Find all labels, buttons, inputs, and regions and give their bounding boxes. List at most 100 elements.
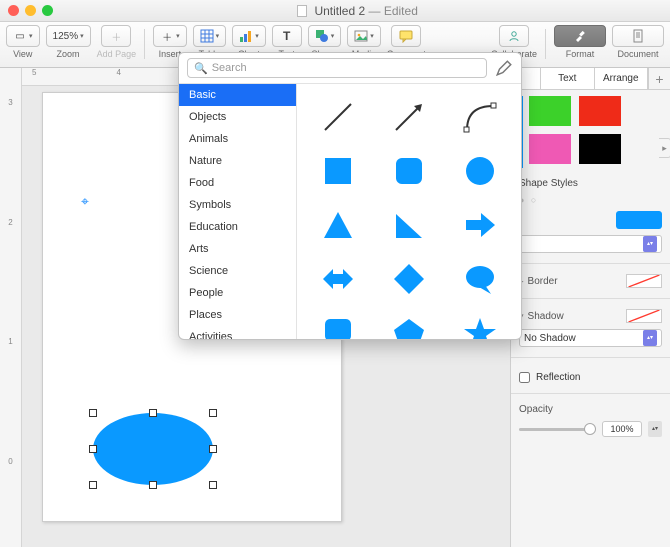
resize-handle[interactable]: [89, 481, 97, 489]
shape-pentagon[interactable]: [388, 312, 430, 339]
resize-handle[interactable]: [149, 409, 157, 417]
toolbar-separator: [144, 29, 145, 59]
shape-circle[interactable]: [459, 150, 501, 192]
border-preview[interactable]: [626, 274, 662, 288]
format-button[interactable]: [554, 25, 606, 47]
shape-arrow-line[interactable]: [388, 96, 430, 138]
separator: [511, 393, 670, 394]
opacity-stepper[interactable]: ▴▾: [648, 421, 662, 437]
style-swatch[interactable]: [579, 134, 621, 164]
shape-callout-square[interactable]: [317, 312, 359, 339]
fill-select[interactable]: ▴▾: [519, 235, 662, 253]
selected-ellipse-shape[interactable]: [93, 413, 213, 485]
resize-handle[interactable]: [209, 445, 217, 453]
collaborate-button[interactable]: [499, 25, 529, 47]
add-tab-button[interactable]: +: [648, 68, 670, 89]
zoom-window-button[interactable]: [42, 5, 53, 16]
collaborate-icon: [507, 29, 521, 43]
chart-icon: [239, 29, 253, 43]
category-item-education[interactable]: Education: [179, 216, 296, 238]
fill-preview[interactable]: [616, 211, 662, 229]
shape-rounded-square[interactable]: [388, 150, 430, 192]
category-item-animals[interactable]: Animals: [179, 128, 296, 150]
text-icon: T: [280, 29, 294, 43]
shape-diamond[interactable]: [388, 258, 430, 300]
zoom-group: 125%▾ Zoom: [46, 25, 91, 59]
shape-speech-bubble[interactable]: [459, 258, 501, 300]
reflection-label: Reflection: [536, 372, 580, 383]
shape-curve[interactable]: [459, 96, 501, 138]
resize-handle[interactable]: [209, 481, 217, 489]
resize-handle[interactable]: [89, 409, 97, 417]
category-item-science[interactable]: Science: [179, 260, 296, 282]
shape-triangle[interactable]: [317, 204, 359, 246]
resize-handle[interactable]: [89, 445, 97, 453]
reflection-row: Reflection: [519, 372, 662, 383]
category-item-places[interactable]: Places: [179, 304, 296, 326]
shape-button[interactable]: ▾: [308, 25, 342, 47]
toolbar-separator-2: [545, 29, 546, 59]
text-cursor-icon: ⌖: [81, 193, 89, 210]
media-button[interactable]: ▾: [347, 25, 381, 47]
inspector-body: ▸ Shape Styles ● ○ ▴▾ ▸ Border ▾ Shadow …: [511, 90, 670, 443]
category-item-nature[interactable]: Nature: [179, 150, 296, 172]
category-item-basic[interactable]: Basic: [179, 84, 296, 106]
comment-button[interactable]: [391, 25, 421, 47]
comment-icon: [399, 29, 413, 43]
styles-scroll-right-button[interactable]: ▸: [659, 138, 670, 158]
style-swatch[interactable]: [529, 134, 571, 164]
shape-line[interactable]: [317, 96, 359, 138]
view-button[interactable]: ▭▾: [6, 25, 40, 47]
resize-handle[interactable]: [209, 409, 217, 417]
shadow-select[interactable]: No Shadow ▴▾: [519, 329, 662, 347]
shape-right-triangle[interactable]: [388, 204, 430, 246]
opacity-slider[interactable]: [519, 422, 596, 436]
shape-icon: [315, 29, 329, 43]
shadow-row[interactable]: ▾ Shadow: [519, 309, 662, 323]
shape-search-input[interactable]: 🔍 Search: [187, 58, 487, 78]
resize-handle[interactable]: [149, 481, 157, 489]
tab-arrange[interactable]: Arrange: [595, 68, 649, 89]
separator: [511, 263, 670, 264]
category-item-symbols[interactable]: Symbols: [179, 194, 296, 216]
category-item-food[interactable]: Food: [179, 172, 296, 194]
shape-arrow-right[interactable]: [459, 204, 501, 246]
minimize-window-button[interactable]: [25, 5, 36, 16]
zoom-select[interactable]: 125%▾: [46, 25, 91, 47]
edited-indicator: — Edited: [365, 4, 418, 18]
search-placeholder: Search: [212, 62, 247, 74]
view-group: ▭▾ View: [6, 25, 40, 59]
chart-button[interactable]: ▾: [232, 25, 266, 47]
reflection-checkbox[interactable]: [519, 372, 530, 383]
insert-icon: ＋: [160, 29, 174, 43]
category-item-arts[interactable]: Arts: [179, 238, 296, 260]
text-button[interactable]: T: [272, 25, 302, 47]
table-button[interactable]: ▾: [193, 25, 227, 47]
inspector-tabs: Text Arrange +: [511, 68, 670, 90]
popover-search-row: 🔍 Search: [179, 53, 521, 83]
style-swatch[interactable]: [579, 96, 621, 126]
add-page-button[interactable]: ＋: [101, 25, 131, 47]
style-swatch[interactable]: [529, 96, 571, 126]
opacity-label: Opacity: [519, 404, 662, 415]
ellipse-fill: [93, 413, 213, 485]
ruler-tick: 2: [8, 218, 12, 278]
shadow-preview[interactable]: [626, 309, 662, 323]
border-row[interactable]: ▸ Border: [519, 274, 662, 288]
tab-text[interactable]: Text: [541, 68, 595, 89]
opacity-row: 100% ▴▾: [519, 421, 662, 437]
opacity-value[interactable]: 100%: [602, 421, 642, 437]
shape-star[interactable]: [459, 312, 501, 339]
zoom-value: 125%: [53, 31, 79, 42]
add-page-label: Add Page: [97, 49, 137, 59]
shape-double-arrow[interactable]: [317, 258, 359, 300]
draw-shape-button[interactable]: [495, 59, 513, 77]
document-button[interactable]: [612, 25, 664, 47]
category-item-people[interactable]: People: [179, 282, 296, 304]
shape-square[interactable]: [317, 150, 359, 192]
category-item-objects[interactable]: Objects: [179, 106, 296, 128]
category-item-activities[interactable]: Activities: [179, 326, 296, 339]
close-window-button[interactable]: [8, 5, 19, 16]
select-stepper-icon: ▴▾: [643, 236, 657, 252]
insert-button[interactable]: ＋▾: [153, 25, 187, 47]
